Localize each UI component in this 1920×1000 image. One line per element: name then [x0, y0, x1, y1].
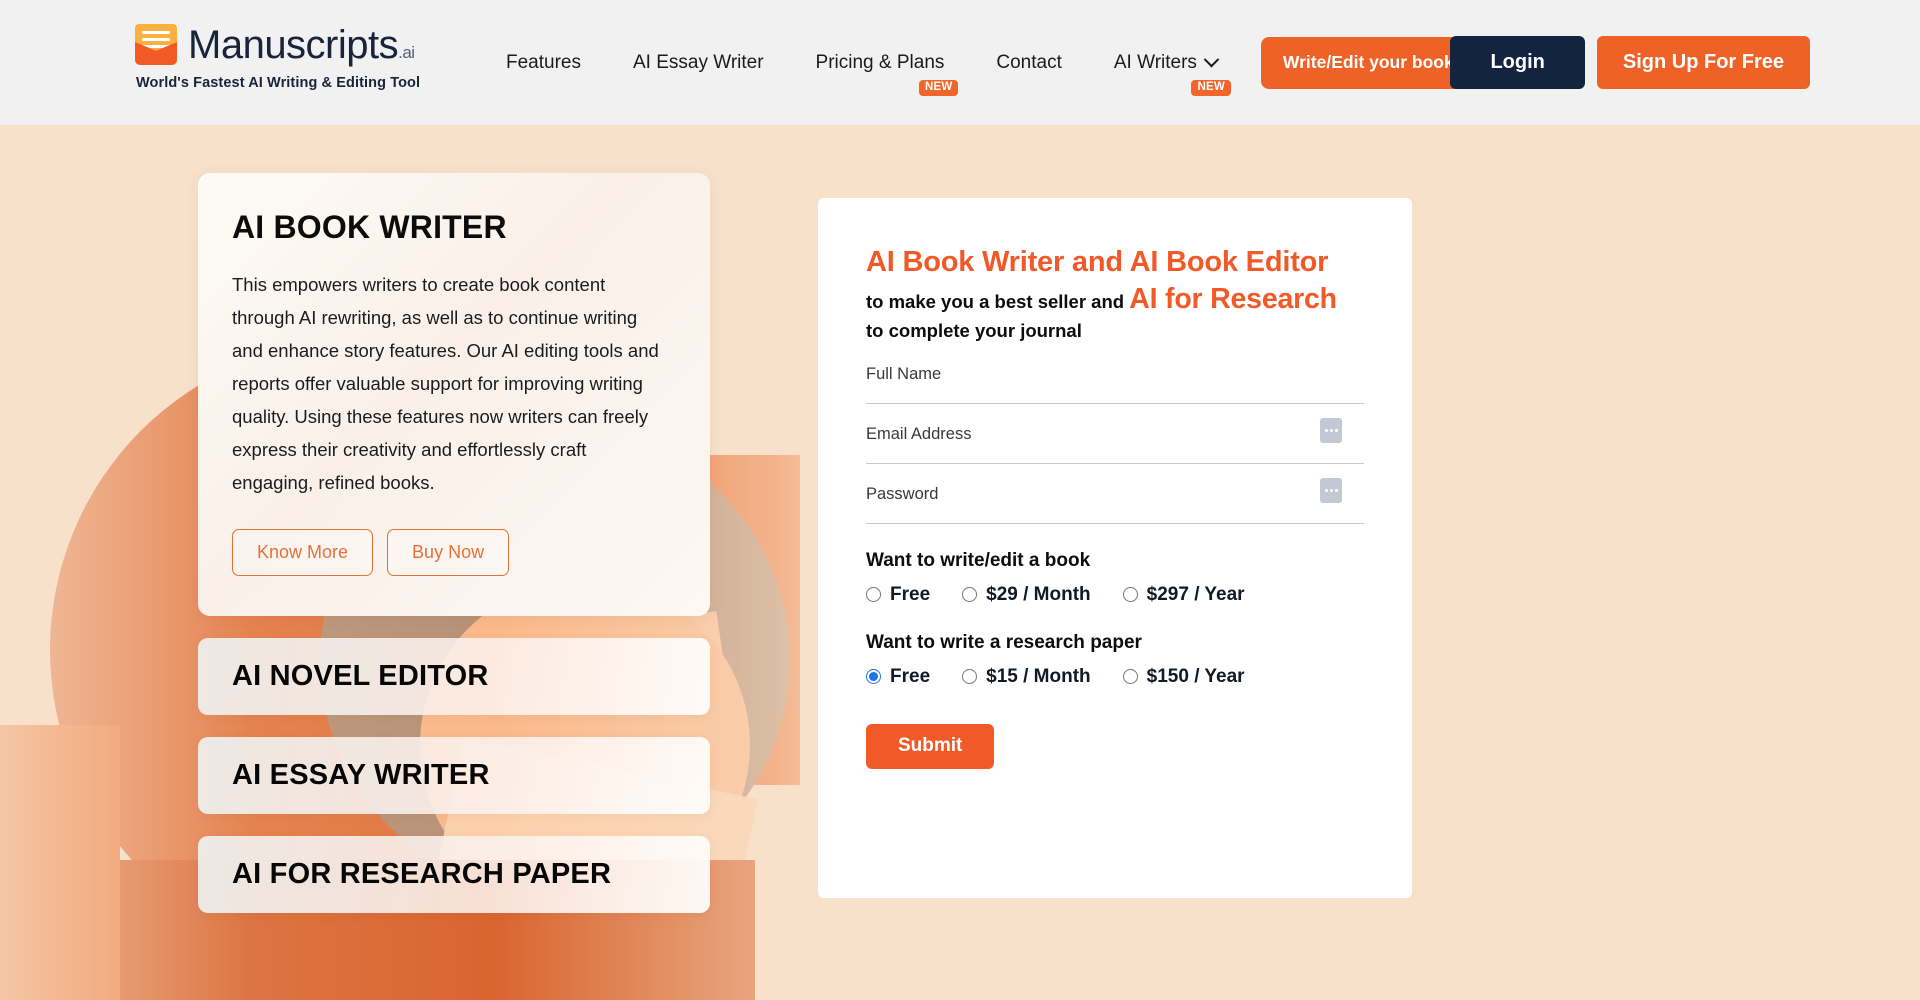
research-plan-options: Free $15 / Month $150 / Year [866, 666, 1364, 688]
research-plan-label: Want to write a research paper [866, 631, 1142, 653]
form-heading-secondary: to make you a best seller and AI for Res… [866, 280, 1364, 343]
ai-book-writer-card: AI BOOK WRITER This empowers writers to … [198, 173, 710, 616]
book-plan-radio-monthly[interactable] [962, 587, 978, 603]
full-name-input[interactable] [866, 361, 1364, 388]
password-input[interactable] [866, 481, 1364, 508]
nav-label: Features [506, 51, 581, 73]
chevron-down-icon [1203, 51, 1220, 68]
book-plan-option-label[interactable]: $297 / Year [1147, 584, 1245, 606]
research-plan-radio-monthly[interactable] [962, 669, 978, 685]
autofill-suggestion-icon[interactable] [1320, 417, 1342, 443]
nav-label: Pricing & Plans [815, 51, 945, 73]
research-plan-option-label[interactable]: $15 / Month [986, 666, 1091, 688]
research-plan-radio-yearly[interactable] [1122, 669, 1138, 685]
research-plan-option-label[interactable]: Free [890, 666, 930, 688]
card-title: AI FOR RESEARCH PAPER [232, 858, 612, 890]
nav-label: AI Writers [1113, 51, 1197, 73]
card-description: This empowers writers to create book con… [232, 274, 659, 493]
book-plan-option-yearly[interactable]: $297 / Year [1122, 584, 1245, 606]
submit-button[interactable]: Submit [866, 723, 995, 769]
book-plan-radio-yearly[interactable] [1122, 587, 1138, 603]
site-header: Manuscripts.ai World's Fastest AI Writin… [0, 0, 1920, 125]
email-address-field[interactable] [866, 417, 1364, 464]
nav-item-ai-writers[interactable]: AI Writers NEW [1088, 51, 1243, 96]
brand-name: Manuscripts.ai [188, 25, 415, 65]
signup-form-panel: AI Book Writer and AI Book Editor to mak… [818, 198, 1412, 898]
research-plan-radio-free[interactable] [866, 669, 881, 685]
form-heading-accent: AI for Research [1129, 283, 1337, 316]
know-more-button[interactable]: Know More [232, 529, 374, 576]
research-plan-option-free[interactable]: Free [866, 666, 930, 688]
new-badge: NEW [1191, 79, 1231, 96]
signup-button[interactable]: Sign Up For Free [1596, 36, 1810, 89]
book-plan-option-monthly[interactable]: $29 / Month [962, 584, 1091, 606]
ai-essay-writer-card[interactable]: AI ESSAY WRITER [198, 737, 710, 814]
nav-label: AI Essay Writer [632, 51, 764, 73]
open-book-icon [133, 22, 179, 68]
email-address-input[interactable] [866, 421, 1364, 448]
full-name-field[interactable] [866, 361, 1364, 404]
ai-novel-editor-card[interactable]: AI NOVEL EDITOR [198, 638, 710, 715]
password-field[interactable] [866, 477, 1364, 524]
book-plan-label: Want to write/edit a book [866, 549, 1091, 571]
ai-for-research-paper-card[interactable]: AI FOR RESEARCH PAPER [198, 836, 710, 913]
brand-logo-block[interactable]: Manuscripts.ai World's Fastest AI Writin… [133, 22, 420, 91]
book-plan-options: Free $29 / Month $297 / Year [866, 584, 1364, 606]
book-plan-option-free[interactable]: Free [866, 584, 930, 606]
auth-buttons: Login Sign Up For Free [1450, 36, 1810, 89]
brand-name-text: Manuscripts [188, 23, 399, 67]
form-heading-primary: AI Book Writer and AI Book Editor [866, 246, 1329, 278]
primary-nav: Features AI Essay Writer Pricing & Plans… [480, 0, 1492, 125]
card-title: AI ESSAY WRITER [232, 759, 490, 791]
new-badge: NEW [918, 79, 959, 96]
hero-left-column: AI BOOK WRITER This empowers writers to … [198, 173, 710, 913]
research-plan-option-label[interactable]: $150 / Year [1147, 666, 1245, 688]
nav-item-pricing-plans[interactable]: Pricing & Plans NEW [790, 51, 971, 96]
brand-tagline: World's Fastest AI Writing & Editing Too… [136, 75, 421, 91]
login-button[interactable]: Login [1450, 36, 1585, 89]
book-plan-group: Want to write/edit a book Free $29 / Mon… [866, 550, 1364, 606]
autofill-suggestion-icon[interactable] [1320, 477, 1342, 503]
card-title: AI NOVEL EDITOR [232, 660, 489, 692]
card-actions: Know More Buy Now [232, 529, 672, 576]
form-heading-plain: to make you a best seller and [866, 291, 1130, 313]
buy-now-button[interactable]: Buy Now [387, 529, 510, 576]
nav-label: Contact [996, 51, 1062, 73]
book-plan-radio-free[interactable] [866, 587, 881, 603]
form-heading-tertiary: to complete your journal [866, 319, 1082, 341]
nav-item-features[interactable]: Features [480, 52, 607, 74]
card-title: AI BOOK WRITER [232, 209, 507, 245]
hero-section: AI BOOK WRITER This empowers writers to … [0, 125, 1920, 1000]
research-plan-group: Want to write a research paper Free $15 … [866, 632, 1364, 688]
nav-item-contact[interactable]: Contact [970, 52, 1087, 74]
nav-item-ai-essay-writer[interactable]: AI Essay Writer [607, 52, 790, 74]
research-plan-option-monthly[interactable]: $15 / Month [962, 666, 1091, 688]
brand-name-suffix: .ai [398, 43, 415, 62]
book-plan-option-label[interactable]: Free [890, 584, 930, 606]
brand-row: Manuscripts.ai [133, 22, 415, 68]
research-plan-option-yearly[interactable]: $150 / Year [1122, 666, 1245, 688]
book-plan-option-label[interactable]: $29 / Month [986, 584, 1091, 606]
